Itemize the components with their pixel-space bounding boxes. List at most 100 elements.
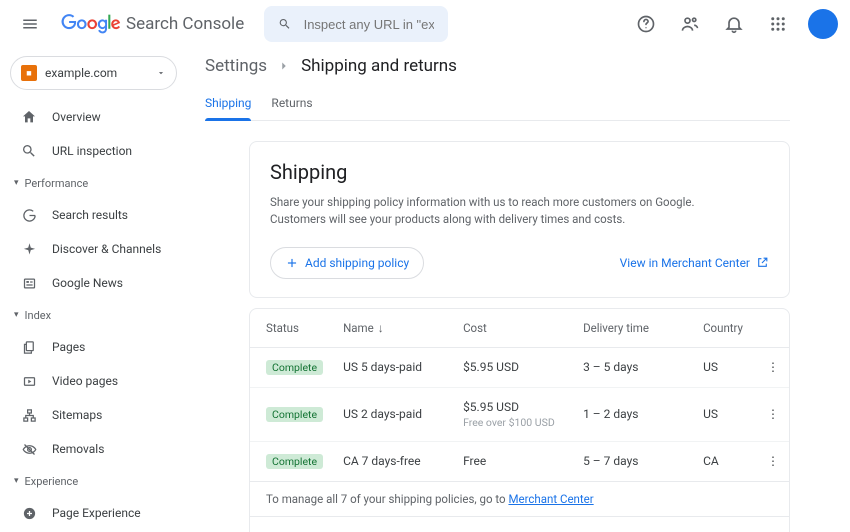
col-name[interactable]: Name↓ — [333, 309, 453, 348]
sidebar-item-label: Google News — [52, 276, 123, 290]
apps-button[interactable] — [760, 6, 796, 42]
plus-circle-icon — [22, 506, 37, 521]
external-link-icon — [756, 256, 769, 269]
table-row[interactable]: Complete US 2 days-paid $5.95 USDFree ov… — [250, 387, 789, 441]
shipping-table: Status Name↓ Cost Delivery time Country … — [250, 309, 789, 481]
policy-delivery: 1 – 2 days — [573, 387, 693, 441]
breadcrumb-parent[interactable]: Settings — [205, 56, 267, 76]
card-title: Shipping — [270, 160, 769, 184]
news-icon — [22, 276, 37, 291]
policy-country: CA — [693, 441, 757, 481]
plus-icon — [285, 256, 299, 270]
merchant-center-inline-link[interactable]: Merchant Center — [508, 492, 593, 506]
sidebar-item-page-experience[interactable]: Page Experience — [6, 496, 185, 530]
sidebar-item-google-news[interactable]: Google News — [6, 266, 185, 300]
prev-page-button[interactable] — [703, 527, 729, 532]
bell-icon — [724, 14, 744, 34]
home-icon — [21, 109, 37, 125]
tab-shipping[interactable]: Shipping — [205, 90, 251, 120]
sidebar-item-sitemaps[interactable]: Sitemaps — [6, 398, 185, 432]
sidebar-group-experience[interactable]: ▾Experience — [6, 466, 185, 496]
table-row[interactable]: Complete US 5 days-paid $5.95 USD 3 – 5 … — [250, 347, 789, 387]
video-pages-icon — [22, 374, 37, 389]
table-pager: Rows per page: 500 1-3 of 3 — [250, 516, 789, 532]
sidebar-item-label: Pages — [52, 340, 85, 354]
sidebar-item-removals[interactable]: Removals — [6, 432, 185, 466]
menu-icon — [21, 15, 39, 33]
col-country[interactable]: Country — [693, 309, 757, 348]
logo[interactable]: Search Console — [60, 14, 244, 34]
url-inspect-search[interactable] — [264, 6, 448, 42]
account-avatar[interactable] — [808, 9, 838, 39]
sidebar-item-pages[interactable]: Pages — [6, 330, 185, 364]
sidebar-item-label: Discover & Channels — [52, 242, 161, 256]
policy-delivery: 3 – 5 days — [573, 347, 693, 387]
sidebar-item-search-results[interactable]: Search results — [6, 198, 185, 232]
breadcrumb-current: Shipping and returns — [301, 56, 457, 76]
tabs: Shipping Returns — [205, 90, 790, 121]
col-cost[interactable]: Cost — [453, 309, 573, 348]
property-icon: ■ — [21, 65, 37, 81]
sidebar-item-label: URL inspection — [52, 144, 132, 158]
table-row[interactable]: Complete CA 7 days-free Free 5 – 7 days … — [250, 441, 789, 481]
sidebar-item-label: Page Experience — [52, 506, 141, 520]
sidebar-item-label: Sitemaps — [52, 408, 102, 422]
google-g-icon — [22, 208, 37, 223]
sidebar-item-label: Overview — [52, 110, 101, 124]
col-status[interactable]: Status — [250, 309, 333, 348]
removals-icon — [22, 442, 37, 457]
search-icon — [278, 16, 291, 32]
shipping-table-card: Status Name↓ Cost Delivery time Country … — [249, 308, 790, 532]
status-badge: Complete — [266, 407, 323, 422]
property-selector[interactable]: ■ example.com — [10, 56, 177, 90]
sidebar-item-overview[interactable]: Overview — [6, 100, 185, 134]
table-header-row: Status Name↓ Cost Delivery time Country — [250, 309, 789, 348]
apps-icon — [769, 15, 787, 33]
policy-delivery: 5 – 7 days — [573, 441, 693, 481]
sidebar-group-index[interactable]: ▾Index — [6, 300, 185, 330]
sidebar-group-performance[interactable]: ▾Performance — [6, 168, 185, 198]
notifications-button[interactable] — [716, 6, 752, 42]
header-icons — [628, 6, 838, 42]
logo-text: Search Console — [126, 14, 244, 34]
pages-icon — [22, 340, 37, 355]
merchant-center-link[interactable]: View in Merchant Center — [620, 256, 769, 270]
main-content: Settings Shipping and returns Shipping R… — [185, 48, 850, 532]
sidebar-item-label: Video pages — [52, 374, 118, 388]
policy-name: US 5 days-paid — [333, 347, 453, 387]
sidebar-item-discover[interactable]: Discover & Channels — [6, 232, 185, 266]
chevron-down-icon — [156, 68, 166, 78]
tab-returns[interactable]: Returns — [271, 90, 312, 120]
row-menu-button[interactable]: ⋮ — [757, 347, 789, 387]
sidebar-item-url-inspection[interactable]: URL inspection — [6, 134, 185, 168]
help-button[interactable] — [628, 6, 664, 42]
sort-arrow-down-icon: ↓ — [378, 321, 384, 335]
breadcrumb: Settings Shipping and returns — [205, 56, 790, 76]
table-footer-note: To manage all 7 of your shipping policie… — [250, 481, 789, 516]
shipping-card: Shipping Share your shipping policy info… — [249, 141, 790, 298]
help-icon — [636, 14, 656, 34]
next-page-button[interactable] — [747, 527, 773, 532]
card-description: Share your shipping policy information w… — [270, 194, 769, 229]
status-badge: Complete — [266, 360, 323, 375]
url-inspect-input[interactable] — [304, 17, 435, 32]
row-menu-button[interactable]: ⋮ — [757, 441, 789, 481]
chevron-down-icon: ▾ — [14, 178, 19, 188]
users-icon — [680, 14, 700, 34]
property-name: example.com — [45, 66, 148, 80]
sidebar-item-video-pages[interactable]: Video pages — [6, 364, 185, 398]
sidebar-item-label: Removals — [52, 442, 104, 456]
chevron-right-icon — [277, 59, 291, 73]
menu-button[interactable] — [12, 6, 48, 42]
app-header: Search Console — [0, 0, 850, 48]
add-shipping-policy-button[interactable]: Add shipping policy — [270, 247, 424, 279]
policy-name: US 2 days-paid — [333, 387, 453, 441]
chevron-down-icon: ▾ — [14, 476, 19, 486]
users-button[interactable] — [672, 6, 708, 42]
row-menu-button[interactable]: ⋮ — [757, 387, 789, 441]
google-logo-icon — [60, 14, 122, 34]
magnifier-icon — [21, 143, 37, 159]
policy-cost: $5.95 USD — [453, 347, 573, 387]
col-delivery[interactable]: Delivery time — [573, 309, 693, 348]
policy-cost: $5.95 USDFree over $100 USD — [453, 387, 573, 441]
